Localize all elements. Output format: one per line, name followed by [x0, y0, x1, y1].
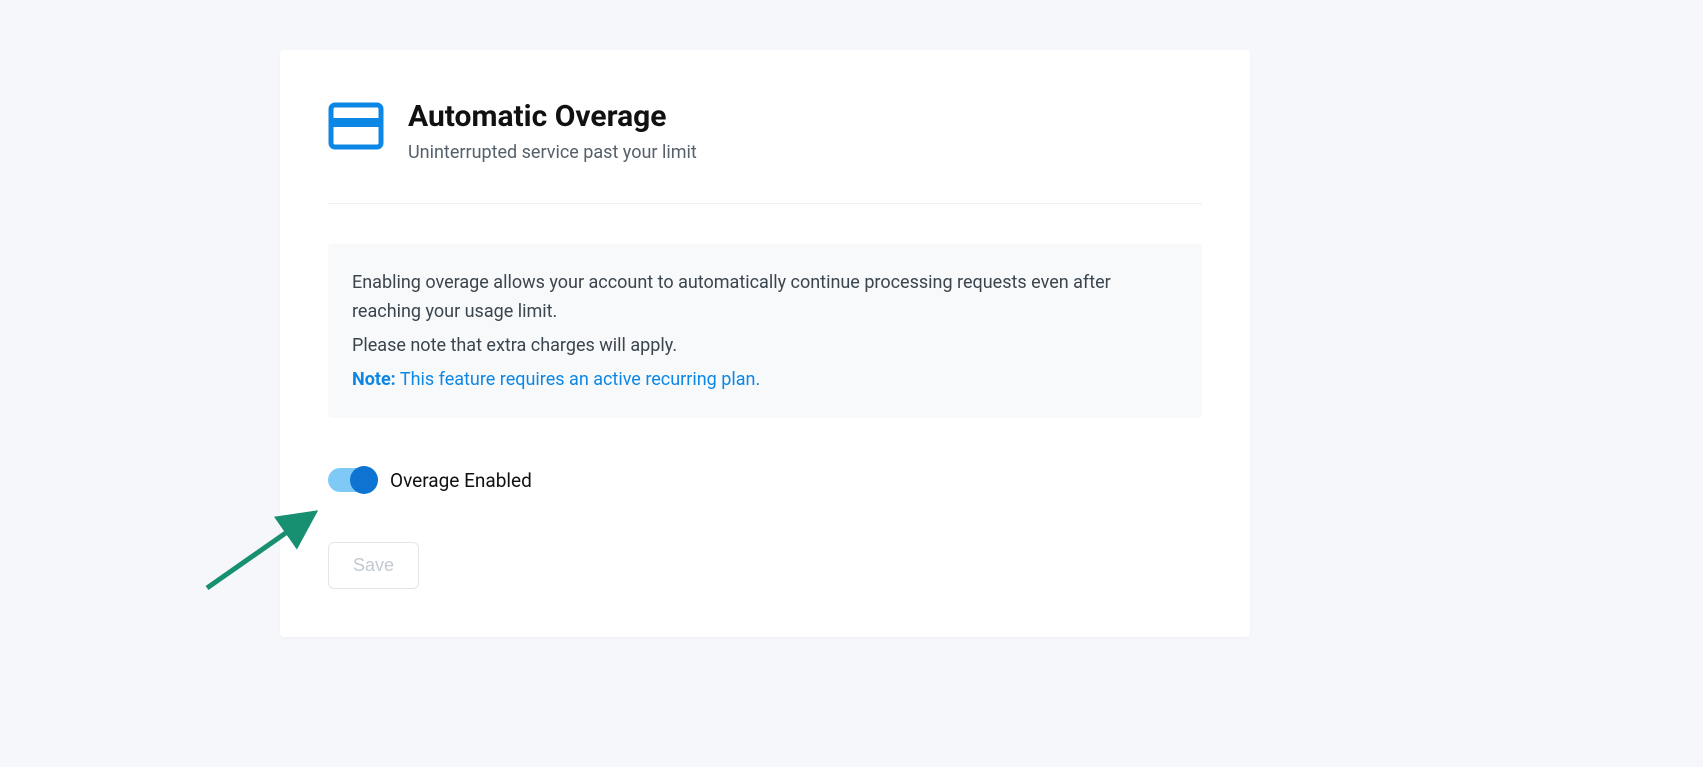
note-text: This feature requires an active recurrin… [396, 369, 760, 390]
toggle-knob [350, 466, 378, 494]
info-line-2: Please note that extra charges will appl… [352, 331, 1178, 361]
card-header: Automatic Overage Uninterrupted service … [328, 98, 1202, 204]
note-label: Note: [352, 369, 396, 390]
overage-toggle-label: Overage Enabled [390, 469, 532, 492]
info-box: Enabling overage allows your account to … [328, 244, 1202, 419]
info-line-1: Enabling overage allows your account to … [352, 268, 1178, 327]
credit-card-icon [328, 102, 384, 154]
overage-toggle-row: Overage Enabled [328, 468, 1202, 492]
save-button[interactable]: Save [328, 542, 419, 589]
page-subtitle: Uninterrupted service past your limit [408, 142, 697, 163]
header-text-block: Automatic Overage Uninterrupted service … [408, 98, 697, 163]
info-note: Note: This feature requires an active re… [352, 365, 1178, 395]
page-title: Automatic Overage [408, 98, 697, 136]
overage-toggle[interactable] [328, 468, 376, 492]
settings-card: Automatic Overage Uninterrupted service … [280, 50, 1250, 637]
